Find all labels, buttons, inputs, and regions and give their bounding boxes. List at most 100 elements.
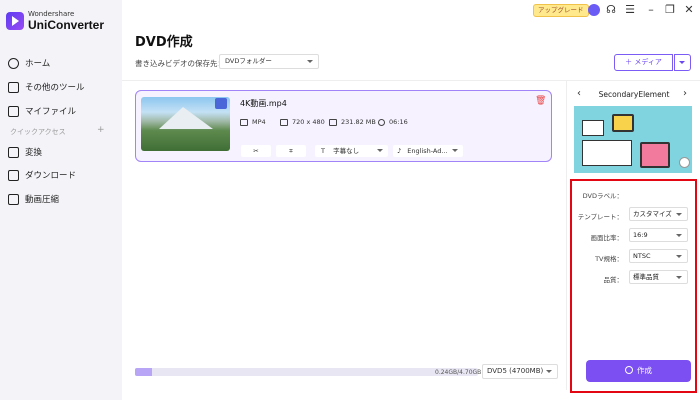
- template-next-button[interactable]: ›: [683, 88, 687, 99]
- convert-icon: [8, 146, 19, 158]
- sidebar-item-myfiles[interactable]: マイファイル: [8, 105, 76, 117]
- video-format: MP4: [240, 118, 266, 126]
- chevron-down-icon: [676, 276, 682, 279]
- disc-type-select[interactable]: DVD5 (4700MB): [482, 364, 558, 379]
- template-value: カスタマイズ: [633, 210, 672, 218]
- video-size-value: 231.82 MB: [341, 118, 376, 126]
- sidebar-item-download[interactable]: ダウンロード: [8, 169, 76, 181]
- product-name: UniConverter: [28, 18, 105, 32]
- app-logo: Wondershare UniConverter: [6, 11, 104, 31]
- divider: [122, 80, 700, 81]
- sidebar-item-label: 変換: [25, 148, 43, 158]
- aspect-ratio-label: 画面比率：: [590, 234, 624, 242]
- create-button-label: 作成: [637, 366, 652, 375]
- disc-usage-bar: [135, 368, 478, 376]
- sidebar-item-label: ダウンロード: [25, 171, 77, 181]
- download-icon: [8, 169, 19, 181]
- video-format-value: MP4: [252, 118, 266, 126]
- chevron-down-icon: [452, 149, 458, 152]
- subtitle-icon: T: [321, 147, 325, 155]
- video-file-name: 4K動画.mp4: [240, 99, 287, 108]
- close-icon[interactable]: ✕: [682, 3, 696, 17]
- tv-illustration: [612, 114, 634, 132]
- video-resolution-value: 720 x 480: [292, 118, 325, 126]
- template-prev-button[interactable]: ‹: [577, 88, 581, 99]
- sidebar-item-label: その他のツール: [25, 83, 85, 93]
- upgrade-button[interactable]: アップグレード: [533, 4, 589, 17]
- save-destination-select[interactable]: DVDフォルダー: [219, 54, 319, 69]
- delete-icon[interactable]: 🗑: [535, 96, 546, 106]
- chevron-down-icon: [377, 149, 383, 152]
- resolution-icon: [280, 118, 288, 126]
- file-icon: [8, 105, 19, 117]
- edit-template-icon[interactable]: [679, 157, 690, 168]
- video-duration-value: 06:16: [389, 118, 408, 126]
- audio-icon: ♪: [397, 147, 402, 155]
- aspect-ratio-select[interactable]: 16:9: [629, 228, 688, 242]
- sidebar-item-compress[interactable]: 動画圧縮: [8, 193, 59, 205]
- page-title: DVD作成: [135, 35, 193, 50]
- disc-icon: [625, 366, 633, 374]
- scissors-icon: ✂: [253, 147, 259, 155]
- compress-icon: [8, 193, 19, 205]
- preview-frame: [582, 120, 604, 136]
- quality-label: 品質：: [603, 276, 624, 284]
- menu-icon[interactable]: ☰: [623, 3, 637, 17]
- quick-access-label: クイックアクセス: [10, 128, 66, 136]
- audio-track-select[interactable]: ♪ English-Ad...: [393, 145, 463, 157]
- headset-icon[interactable]: ☊: [604, 3, 618, 17]
- sidebar: Wondershare UniConverter ホーム その他のツール マイフ…: [0, 0, 122, 400]
- subtitle-select[interactable]: T 字幕なし: [315, 145, 388, 157]
- subtitle-value: 字幕なし: [333, 147, 360, 155]
- chevron-down-icon: [676, 213, 682, 216]
- video-badge-icon: [215, 98, 227, 109]
- video-resolution: 720 x 480: [280, 118, 325, 126]
- mountain-icon: [159, 107, 213, 129]
- disc-usage-fill: [135, 368, 153, 376]
- chevron-down-icon: [676, 255, 682, 258]
- restore-icon[interactable]: ❐: [663, 3, 677, 17]
- chevron-down-icon: [307, 60, 313, 63]
- chevron-down-icon: [546, 370, 552, 373]
- sidebar-item-home[interactable]: ホーム: [8, 57, 50, 69]
- quality-select[interactable]: 標準品質: [629, 270, 688, 284]
- audio-track-value: English-Ad...: [407, 147, 448, 155]
- template-preview[interactable]: [574, 106, 692, 173]
- add-quick-access-button[interactable]: +: [97, 125, 105, 135]
- video-size: 231.82 MB: [329, 118, 376, 126]
- save-destination-label: 書き込みビデオの保存先：: [135, 59, 225, 68]
- tv-illustration: [640, 142, 670, 168]
- disc-usage-text: 0.24GB/4.70GB: [435, 369, 482, 376]
- tools-icon: [8, 81, 19, 93]
- tv-standard-label: TV規格：: [595, 255, 623, 263]
- chevron-down-icon: [676, 234, 682, 237]
- tv-standard-select[interactable]: NTSC: [629, 249, 688, 263]
- template-label: テンプレート：: [577, 213, 623, 221]
- disc-type-value: DVD5 (4700MB): [487, 367, 544, 375]
- avatar[interactable]: [588, 4, 600, 16]
- preview-frame: [582, 140, 632, 166]
- dvd-label-input[interactable]: [629, 187, 688, 201]
- cut-button[interactable]: ✂: [241, 145, 271, 157]
- video-duration: 06:16: [378, 118, 408, 126]
- minimize-icon[interactable]: –: [644, 3, 658, 17]
- chevron-down-icon: [679, 61, 685, 64]
- add-media-dropdown[interactable]: [674, 54, 691, 71]
- crop-button[interactable]: ⌗: [276, 145, 306, 157]
- home-icon: [8, 57, 19, 69]
- folder-icon: [329, 118, 337, 126]
- crop-icon: ⌗: [289, 147, 293, 155]
- add-media-button[interactable]: ＋ メディア: [614, 54, 673, 71]
- aspect-ratio-value: 16:9: [633, 231, 648, 239]
- template-select[interactable]: カスタマイズ: [629, 207, 688, 221]
- uniconverter-logo-icon: [6, 12, 24, 30]
- save-destination-value: DVDフォルダー: [225, 57, 272, 65]
- sidebar-item-tools[interactable]: その他のツール: [8, 81, 85, 93]
- clock-icon: [378, 118, 385, 126]
- quality-value: 標準品質: [633, 273, 659, 281]
- camera-icon: [240, 118, 248, 126]
- sidebar-item-convert[interactable]: 変換: [8, 146, 42, 158]
- template-name: SecondaryElement: [598, 90, 670, 99]
- create-button[interactable]: 作成: [586, 360, 691, 382]
- dvd-label-label: DVDラベル：: [582, 192, 623, 200]
